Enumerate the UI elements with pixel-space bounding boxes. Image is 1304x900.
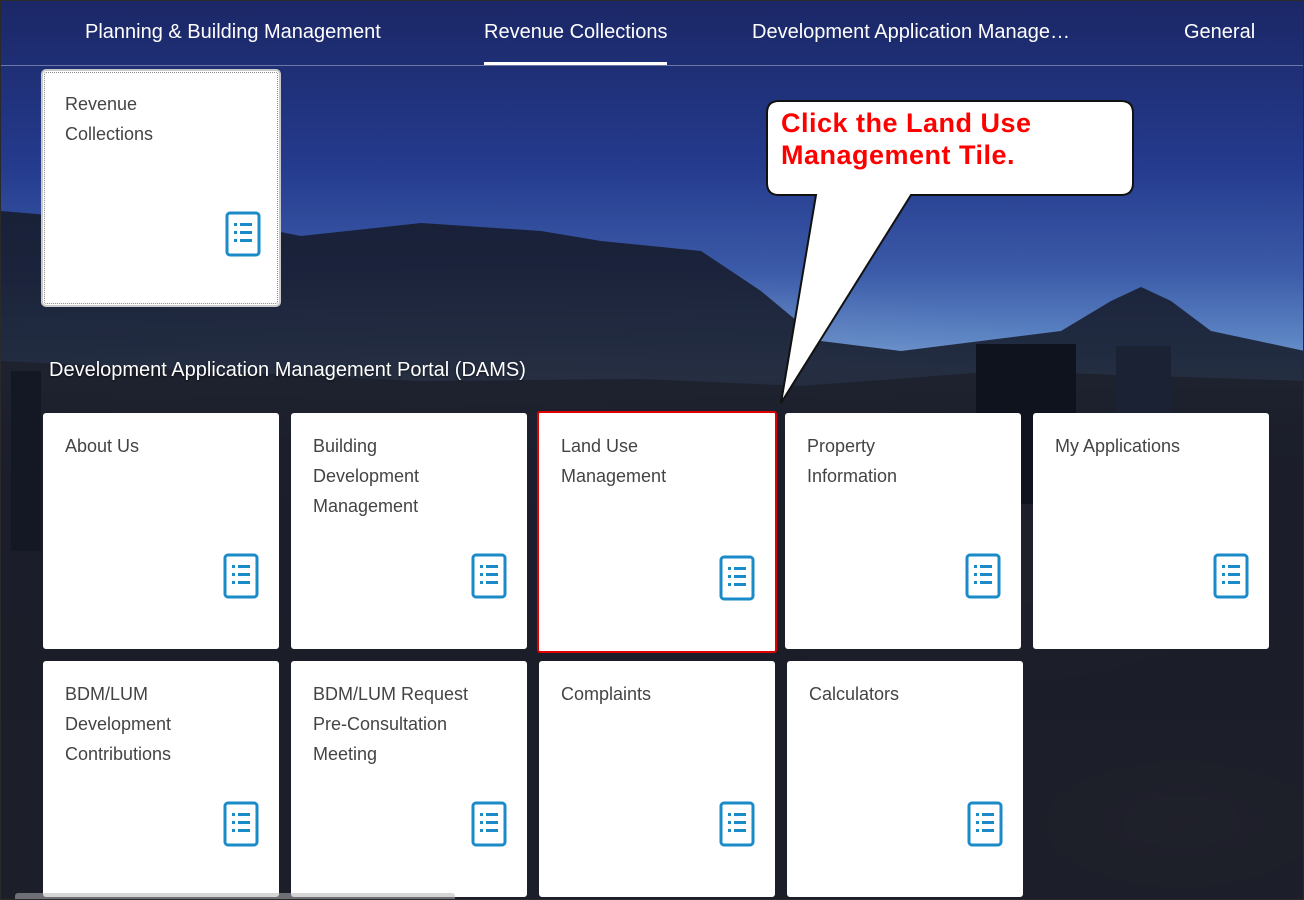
tile-title: My Applications (1055, 436, 1181, 456)
tile-title: Property Information (807, 436, 898, 486)
tile-about-us[interactable]: About Us (43, 413, 279, 649)
tab-development-application-management[interactable]: Development Application Manage… (752, 1, 1070, 65)
tile-title: Building Development Management (313, 436, 420, 516)
tab-general[interactable]: General (1184, 1, 1255, 65)
document-list-icon (965, 553, 1001, 599)
tile-property-information[interactable]: Property Information (785, 413, 1021, 649)
document-list-icon (719, 555, 755, 601)
tile-revenue-collections[interactable]: Revenue Collections (41, 69, 281, 307)
document-list-icon (719, 801, 755, 847)
tile-calculators[interactable]: Calculators (787, 661, 1023, 897)
document-list-icon (225, 211, 261, 257)
document-list-icon (471, 801, 507, 847)
tile-bdm-lum-development-contributions[interactable]: BDM/LUM Development Contributions (43, 661, 279, 897)
horizontal-scrollbar[interactable] (15, 893, 455, 899)
tile-title: Revenue Collections (65, 94, 154, 144)
tile-land-use-management[interactable]: Land Use Management (537, 411, 777, 653)
tile-title: BDM/LUM Request Pre-Consultation Meeting (313, 684, 469, 764)
tab-planning-building-management[interactable]: Planning & Building Management (85, 1, 381, 65)
document-list-icon (471, 553, 507, 599)
tab-revenue-collections[interactable]: Revenue Collections (484, 1, 668, 65)
launchpad-screen: Planning & Building Management Revenue C… (0, 0, 1304, 900)
document-list-icon (1213, 553, 1249, 599)
document-list-icon (223, 553, 259, 599)
tile-title: Complaints (561, 684, 652, 704)
tile-title: Calculators (809, 684, 900, 704)
tile-title: About Us (65, 436, 140, 456)
tab-bar: Planning & Building Management Revenue C… (1, 1, 1303, 66)
section-title-dams: Development Application Management Porta… (49, 359, 526, 381)
tile-my-applications[interactable]: My Applications (1033, 413, 1269, 649)
document-list-icon (967, 801, 1003, 847)
tile-building-development-management[interactable]: Building Development Management (291, 413, 527, 649)
tile-title: Land Use Management (561, 436, 667, 486)
tile-complaints[interactable]: Complaints (539, 661, 775, 897)
callout-instruction: Click the Land Use Management Tile. (781, 108, 1032, 170)
tile-bdm-lum-request-pre-consultation[interactable]: BDM/LUM Request Pre-Consultation Meeting (291, 661, 527, 897)
tile-title: BDM/LUM Development Contributions (65, 684, 172, 764)
document-list-icon (223, 801, 259, 847)
